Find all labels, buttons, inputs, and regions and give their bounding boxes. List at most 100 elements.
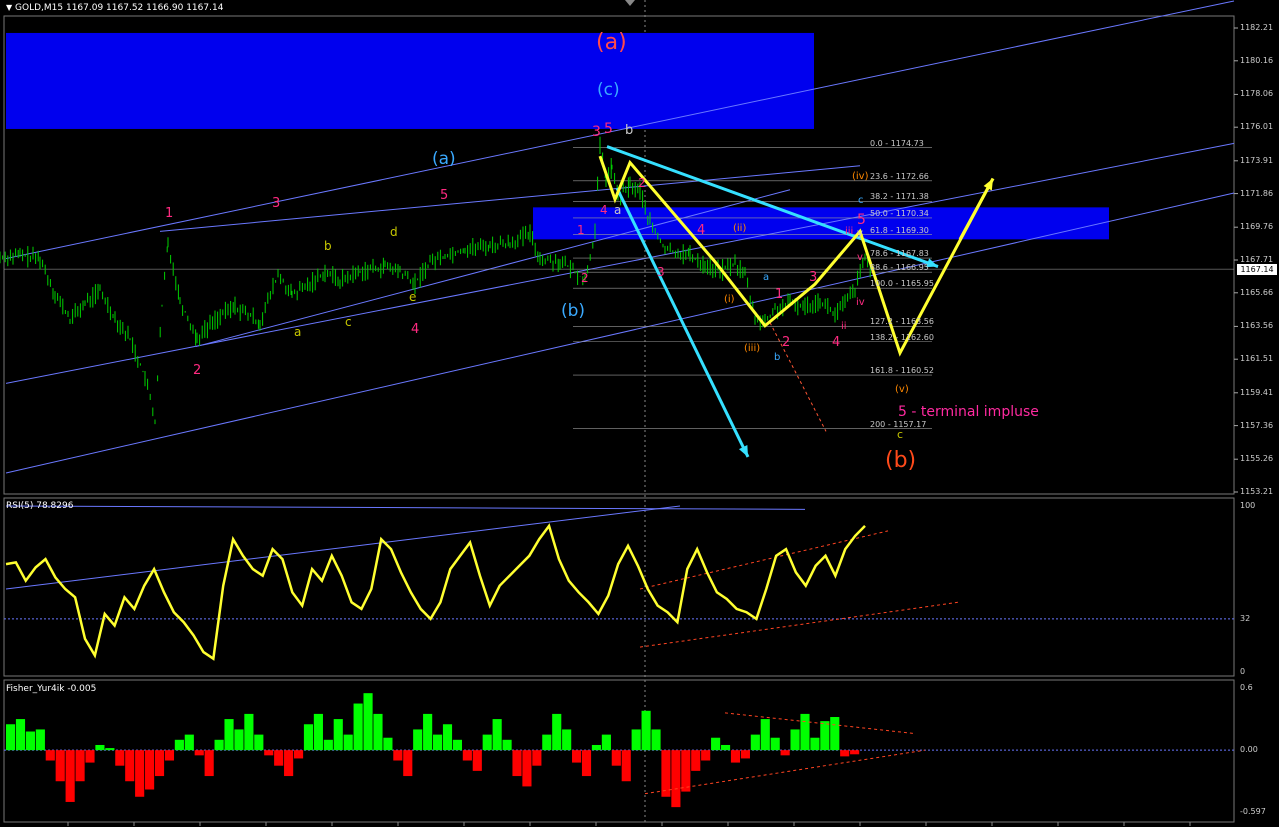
wave-label-ii-paren: (ii) [733, 223, 747, 234]
fisher-bar [562, 729, 572, 751]
fisher-bar [6, 724, 16, 751]
fisher-bar [691, 750, 701, 771]
wave-label-m-b: b [774, 352, 781, 363]
fisher-bar [363, 693, 373, 751]
fisher-bar [492, 719, 502, 751]
trading-chart-window[interactable]: ▼ GOLD,M15 1167.09 1167.52 1166.90 1167.… [0, 0, 1279, 827]
wave-label-wave-1: 1 [165, 206, 174, 221]
fisher-bar [790, 729, 800, 751]
fisher-bar [750, 734, 760, 751]
fisher-bar [433, 734, 443, 751]
fisher-bar [75, 750, 85, 782]
fisher-bar [611, 750, 621, 766]
fisher-bar [95, 744, 105, 751]
price-tick-label: 1182.21 [1240, 23, 1274, 32]
rsi-tick-label: 0 [1240, 667, 1246, 676]
fisher-bar [730, 750, 741, 763]
fisher-bar [154, 750, 165, 777]
fisher-bar [393, 750, 403, 761]
fisher-bar [482, 734, 492, 751]
wave-label-b-1: 1 [577, 223, 585, 237]
fisher-bar [224, 719, 234, 751]
fisher-bar [184, 734, 194, 751]
fisher-bar [303, 724, 314, 751]
fisher-bar [214, 739, 224, 751]
fisher-bar [413, 729, 423, 751]
wave-label-sub-c: c [345, 315, 352, 329]
fisher-bar [631, 729, 641, 751]
fib-level-label: 127.2 - 1163.56 [870, 317, 934, 327]
wave-label-sub-e: e [409, 290, 417, 304]
triangle-down-icon[interactable]: ▼ [6, 3, 12, 12]
projection-dashed-line [769, 322, 827, 432]
fisher-bar [423, 713, 433, 751]
fisher-bar [601, 734, 611, 751]
wave-label-top-a: a [614, 203, 622, 217]
wave-label-m-2: 2 [782, 335, 791, 350]
fib-level-label: 100.0 - 1165.95 [870, 279, 934, 289]
wave-label-paren-b: (b) [561, 301, 586, 321]
scroll-shift-icon[interactable] [625, 0, 635, 6]
price-tick-label: 1173.91 [1240, 155, 1274, 165]
fisher-bar [55, 750, 65, 782]
fisher-bar [15, 719, 26, 751]
wave-label-b-2: 2 [581, 271, 589, 285]
fib-level-label: 138.2 - 1162.60 [870, 332, 934, 342]
wave-label-r-ii: ii [841, 321, 847, 332]
fisher-bar [522, 750, 532, 787]
fisher-bar [780, 750, 790, 756]
fisher-bar [274, 750, 284, 766]
rsi-line [5, 523, 866, 661]
fisher-bar [145, 750, 155, 790]
fisher-bar [800, 713, 810, 751]
price-tick-label: 1178.06 [1240, 89, 1274, 99]
price-tick-label: 1159.41 [1240, 387, 1274, 397]
wave-label-top-5: 5 [604, 121, 613, 137]
fisher-bar [254, 734, 264, 751]
fisher-bar [671, 750, 681, 808]
wave-label-v-paren: (v) [895, 384, 909, 395]
fisher-bar [353, 703, 363, 751]
fib-level-label: 161.8 - 1160.52 [870, 366, 934, 376]
fisher-bar [284, 750, 294, 777]
price-tick-label: 1161.51 [1240, 354, 1274, 364]
wave-label-paren-a: (a) [432, 149, 456, 169]
fisher-bar [65, 750, 75, 802]
fib-level-label: 23.6 - 1172.66 [870, 171, 929, 181]
fisher-bar [512, 750, 522, 777]
symbol-ohlc-text: GOLD,M15 1167.09 1167.52 1166.90 1167.14 [15, 3, 224, 13]
fib-level-label: 0.0 - 1174.73 [870, 138, 924, 148]
wave-label-sub-a: a [294, 325, 302, 339]
price-tick-label: 1155.26 [1240, 454, 1274, 464]
fib-level-label: 88.6 - 1166.95 [870, 263, 929, 273]
fib-level-label: 50.0 - 1170.34 [870, 208, 929, 218]
fisher-bar [552, 713, 562, 751]
wave-label-m-3: 3 [809, 270, 818, 285]
fisher-bar [452, 739, 462, 751]
fisher-bar [383, 737, 393, 751]
fisher-bar [740, 750, 750, 759]
wave-label-top-b: b [625, 123, 634, 138]
fisher-bar [373, 713, 383, 751]
fisher-bar [720, 744, 731, 751]
fisher-bar [472, 750, 482, 771]
chart-canvas[interactable] [0, 0, 1279, 827]
price-tick-label: 1176.01 [1240, 122, 1274, 132]
fisher-header: Fisher_Yur4ik -0.005 [6, 684, 97, 694]
fisher-bar [621, 750, 631, 782]
fisher-bar [830, 717, 840, 751]
wave-label-i-paren: (i) [724, 294, 735, 305]
wave-label-wave-5: 5 [440, 188, 449, 203]
fib-level-label: 78.6 - 1167.83 [870, 249, 929, 259]
price-tick-label: 1153.21 [1240, 487, 1274, 496]
fisher-bar [264, 750, 274, 756]
fisher-bar [115, 750, 125, 766]
channel-line [5, 142, 1235, 384]
yellow-wave-path [598, 155, 995, 357]
price-tick-label: 1167.71 [1240, 255, 1274, 264]
price-tick-label: 1157.36 [1240, 420, 1274, 430]
fisher-bar [462, 750, 472, 761]
fisher-bar [25, 731, 35, 751]
fisher-tick-label: 0.6 [1240, 683, 1253, 692]
wave-label-m-1: 1 [775, 287, 784, 302]
